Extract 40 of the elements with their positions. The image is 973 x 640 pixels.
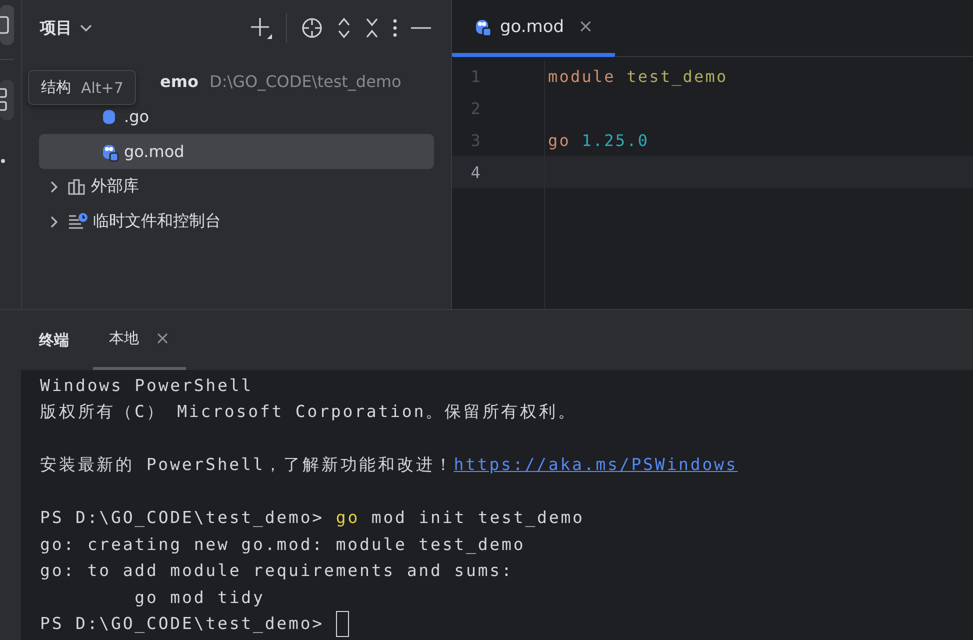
link[interactable]: https://aka.ms/PSWindows [454,455,738,474]
chevron-down-icon[interactable] [80,24,92,32]
panel-title[interactable]: 终端 [39,310,69,370]
close-icon[interactable]: × [155,328,170,349]
terminal-text: Windows PowerShell [40,376,254,395]
editor-tab[interactable]: go.mod × [452,0,616,57]
more-icon[interactable] [0,158,6,164]
chevron-right-icon[interactable] [50,180,58,192]
tree-item[interactable]: go.mod [39,134,434,169]
terminal-text: 安装最新的 PowerShell，了解新功能和改进！ [40,454,454,476]
project-icon[interactable] [0,5,14,45]
code-line: module test_demo [548,66,728,86]
tree-item[interactable]: 临时文件和控制台 [39,204,434,239]
tooltip-label: 结构 [41,78,71,97]
terminal-text: go mod tidy [134,588,265,607]
terminal-text: go: creating new go.mod: module test_demo [40,534,526,554]
add-icon[interactable] [250,17,272,39]
terminal-text: PS D:\GO_CODE\test_demo> [40,508,326,528]
tree-item[interactable]: .go [39,99,434,134]
terminal-text: go [336,508,360,528]
shortcut-text: Alt+7 [81,78,124,96]
library-icon [68,178,86,194]
more-options-icon[interactable] [393,19,397,37]
terminal-text: go: to add module requirements and sums: [40,561,514,580]
panel-title[interactable]: 项目 [40,18,72,38]
tree-item[interactable]: 外部库 [39,169,434,204]
structure-icon[interactable] [0,80,14,120]
chevron-right-icon[interactable] [50,216,58,228]
code-line: go 1.25.0 [548,130,650,150]
collapse-all-icon[interactable] [365,17,379,39]
text-cursor [336,610,349,637]
expand-all-icon[interactable] [337,17,351,39]
terminal-text: 版权所有（C） Microsoft Corporation。保留所有权利。 [40,400,577,423]
terminal-text: mod init test_demo [370,508,584,528]
terminal-text: PS D:\GO_CODE\test_demo> [40,614,326,634]
scratch-icon [68,212,88,230]
minimize-icon[interactable] [411,26,431,30]
line-number: 4 [470,162,482,182]
crosshair-icon[interactable] [301,17,323,39]
close-icon[interactable]: × [578,16,594,37]
